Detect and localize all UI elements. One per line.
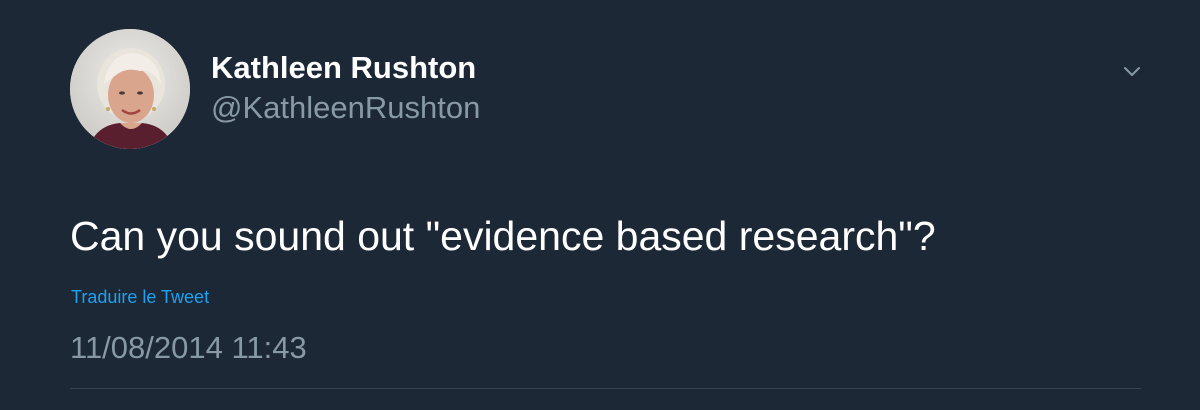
profile-photo-icon	[70, 29, 190, 149]
chevron-down-icon[interactable]	[1116, 58, 1148, 86]
divider	[70, 388, 1141, 389]
tweet-text: Can you sound out "evidence based resear…	[70, 213, 936, 259]
display-name[interactable]: Kathleen Rushton	[211, 50, 476, 86]
user-handle[interactable]: @KathleenRushton	[211, 90, 480, 126]
avatar[interactable]	[70, 29, 190, 149]
tweet-timestamp[interactable]: 11/08/2014 11:43	[70, 329, 307, 367]
tweet-card: Kathleen Rushton @KathleenRushton Can yo…	[0, 0, 1200, 410]
translate-tweet-link[interactable]: Traduire le Tweet	[71, 286, 209, 308]
